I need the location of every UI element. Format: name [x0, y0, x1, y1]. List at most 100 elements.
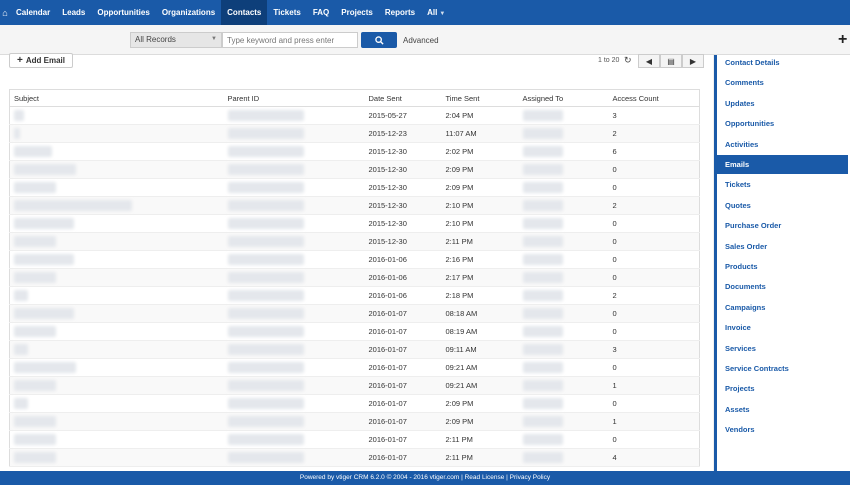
- table-row[interactable]: 2016-01-07 2:11 PM 4: [9, 448, 700, 467]
- table-row[interactable]: 2015-12-23 11:07 AM 2: [9, 124, 700, 143]
- cell-subject: [9, 322, 224, 341]
- redacted-text: [227, 362, 304, 373]
- cell-subject: [9, 178, 224, 197]
- column-header-time-sent[interactable]: Time Sent: [441, 89, 519, 107]
- sidebar-item-emails[interactable]: Emails: [717, 155, 848, 174]
- redacted-text: [522, 272, 563, 283]
- nav-item-projects[interactable]: Projects: [335, 0, 379, 25]
- table-row[interactable]: 2016-01-07 09:21 AM 1: [9, 376, 700, 395]
- redacted-text: [227, 308, 304, 319]
- sidebar-item-invoice[interactable]: Invoice: [717, 318, 848, 337]
- cell-access-count: 1: [608, 412, 700, 431]
- next-page-button[interactable]: ▶: [682, 54, 704, 68]
- sidebar-item-sales-order[interactable]: Sales Order: [717, 237, 848, 256]
- redacted-text: [522, 110, 563, 121]
- page-jump-button[interactable]: ▤: [660, 54, 682, 68]
- table-row[interactable]: 2016-01-06 2:18 PM 2: [9, 286, 700, 305]
- table-row[interactable]: 2015-12-30 2:09 PM 0: [9, 160, 700, 179]
- search-button[interactable]: [361, 32, 397, 48]
- plus-icon[interactable]: +: [838, 30, 847, 50]
- sidebar-item-service-contracts[interactable]: Service Contracts: [717, 359, 848, 378]
- column-header-access-count[interactable]: Access Count: [608, 89, 700, 107]
- cell-parent-id: [223, 340, 365, 359]
- sidebar-item-activities[interactable]: Activities: [717, 135, 848, 154]
- sidebar-item-quotes[interactable]: Quotes: [717, 196, 848, 215]
- sidebar-item-services[interactable]: Services: [717, 339, 848, 358]
- sidebar-item-campaigns[interactable]: Campaigns: [717, 298, 848, 317]
- sidebar-item-contact-details[interactable]: Contact Details: [717, 53, 848, 72]
- column-header-parent-id[interactable]: Parent ID: [223, 89, 365, 107]
- redacted-text: [522, 200, 563, 211]
- nav-item-reports[interactable]: Reports: [379, 0, 421, 25]
- nav-item-tickets[interactable]: Tickets: [267, 0, 306, 25]
- cell-assigned-to: [518, 232, 609, 251]
- nav-item-leads[interactable]: Leads: [56, 0, 91, 25]
- table-row[interactable]: 2015-12-30 2:09 PM 0: [9, 178, 700, 197]
- cell-date-sent: 2016-01-07: [364, 448, 442, 467]
- sidebar-item-tickets[interactable]: Tickets: [717, 175, 848, 194]
- table-header-row: Subject Parent ID Date Sent Time Sent As…: [9, 89, 700, 107]
- cell-time-sent: 2:02 PM: [441, 142, 519, 161]
- redacted-text: [227, 110, 304, 121]
- sidebar-item-updates[interactable]: Updates: [717, 94, 848, 113]
- cell-date-sent: 2016-01-07: [364, 358, 442, 377]
- sidebar-item-documents[interactable]: Documents: [717, 277, 848, 296]
- sidebar-item-products[interactable]: Products: [717, 257, 848, 276]
- sidebar-item-opportunities[interactable]: Opportunities: [717, 114, 848, 133]
- cell-date-sent: 2015-12-30: [364, 232, 442, 251]
- column-header-subject[interactable]: Subject: [9, 89, 224, 107]
- column-header-date-sent[interactable]: Date Sent: [364, 89, 442, 107]
- table-row[interactable]: 2016-01-06 2:17 PM 0: [9, 268, 700, 287]
- table-row[interactable]: 2015-12-30 2:10 PM 2: [9, 196, 700, 215]
- redacted-text: [227, 236, 304, 247]
- table-row[interactable]: 2015-05-27 2:04 PM 3: [9, 106, 700, 125]
- previous-page-button[interactable]: ◀: [638, 54, 660, 68]
- table-row[interactable]: 2016-01-07 2:09 PM 0: [9, 394, 700, 413]
- add-email-button[interactable]: + Add Email: [9, 53, 73, 68]
- nav-item-all[interactable]: All ▼: [421, 0, 451, 25]
- sidebar-item-projects[interactable]: Projects: [717, 379, 848, 398]
- redacted-text: [522, 398, 563, 409]
- nav-item-label: FAQ: [312, 8, 330, 17]
- nav-item-calendar[interactable]: Calendar: [10, 0, 56, 25]
- nav-item-faq[interactable]: FAQ: [307, 0, 335, 25]
- table-row[interactable]: 2015-12-30 2:02 PM 6: [9, 142, 700, 161]
- sidebar-item-vendors[interactable]: Vendors: [717, 420, 848, 439]
- table-row[interactable]: 2016-01-07 2:11 PM 0: [9, 430, 700, 449]
- table-row[interactable]: 2016-01-07 08:19 AM 0: [9, 322, 700, 341]
- cell-subject: [9, 124, 224, 143]
- redacted-text: [14, 452, 56, 463]
- search-input[interactable]: [222, 32, 358, 48]
- record-filter-select[interactable]: All Records ▼: [130, 32, 222, 48]
- advanced-search-link[interactable]: Advanced: [403, 36, 439, 45]
- nav-item-opportunities[interactable]: Opportunities: [91, 0, 155, 25]
- chevron-down-icon: ▼: [211, 36, 217, 42]
- table-row[interactable]: 2016-01-07 2:09 PM 1: [9, 412, 700, 431]
- table-row[interactable]: 2015-12-30 2:11 PM 0: [9, 232, 700, 251]
- sidebar-item-comments[interactable]: Comments: [717, 73, 848, 92]
- footer: Powered by vtiger CRM 6.2.0 © 2004 - 201…: [0, 471, 850, 485]
- cell-parent-id: [223, 412, 365, 431]
- sidebar-item-assets[interactable]: Assets: [717, 400, 848, 419]
- table-row[interactable]: 2016-01-07 09:11 AM 3: [9, 340, 700, 359]
- cell-subject: [9, 286, 224, 305]
- redacted-text: [227, 398, 304, 409]
- table-row[interactable]: 2016-01-07 09:21 AM 0: [9, 358, 700, 377]
- sidebar-item-purchase-order[interactable]: Purchase Order: [717, 216, 848, 235]
- cell-time-sent: 2:09 PM: [441, 178, 519, 197]
- nav-menu: Calendar Leads Opportunities Organizations C…: [10, 0, 451, 25]
- home-icon[interactable]: ⌂: [0, 0, 10, 25]
- refresh-icon[interactable]: ↻: [624, 55, 632, 66]
- redacted-text: [14, 308, 74, 319]
- cell-subject: [9, 340, 224, 359]
- column-header-assigned-to[interactable]: Assigned To: [518, 89, 609, 107]
- table-row[interactable]: 2016-01-06 2:16 PM 0: [9, 250, 700, 269]
- cell-parent-id: [223, 268, 365, 287]
- nav-item-organizations[interactable]: Organizations: [156, 0, 221, 25]
- cell-assigned-to: [518, 286, 609, 305]
- nav-item-contacts[interactable]: Contacts: [221, 0, 268, 25]
- table-row[interactable]: 2015-12-30 2:10 PM 0: [9, 214, 700, 233]
- table-row[interactable]: 2016-01-07 08:18 AM 0: [9, 304, 700, 323]
- redacted-text: [14, 164, 76, 175]
- add-email-label: Add Email: [25, 56, 65, 65]
